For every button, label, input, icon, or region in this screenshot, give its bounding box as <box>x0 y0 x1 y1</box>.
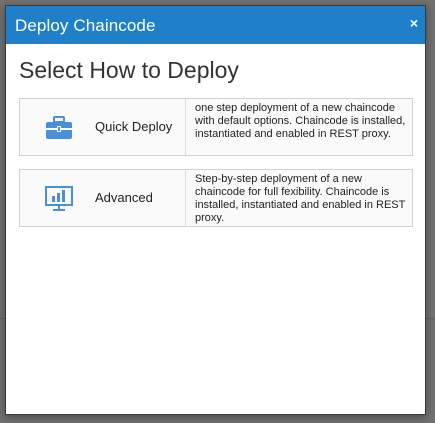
dialog-header: Deploy Chaincode × <box>6 6 425 44</box>
deploy-chaincode-dialog: Deploy Chaincode × Select How to Deploy … <box>5 5 426 415</box>
quick-deploy-description: one step deployment of a new chaincode w… <box>195 102 406 140</box>
advanced-description: Step-by-step deployment of a new chainco… <box>195 173 406 224</box>
advanced-option[interactable]: Advanced Step-by-step deployment of a ne… <box>19 169 413 227</box>
quick-deploy-label: Quick Deploy <box>95 119 173 134</box>
advanced-label: Advanced <box>95 190 153 205</box>
monitor-chart-icon <box>45 186 73 211</box>
quick-deploy-left-panel: Quick Deploy <box>20 99 186 155</box>
section-heading: Select How to Deploy <box>19 57 239 83</box>
dialog-title: Deploy Chaincode <box>15 16 156 35</box>
advanced-left-panel: Advanced <box>20 170 186 226</box>
close-button[interactable]: × <box>410 16 418 30</box>
briefcase-icon <box>46 116 72 139</box>
quick-deploy-option[interactable]: Quick Deploy one step deployment of a ne… <box>19 98 413 156</box>
